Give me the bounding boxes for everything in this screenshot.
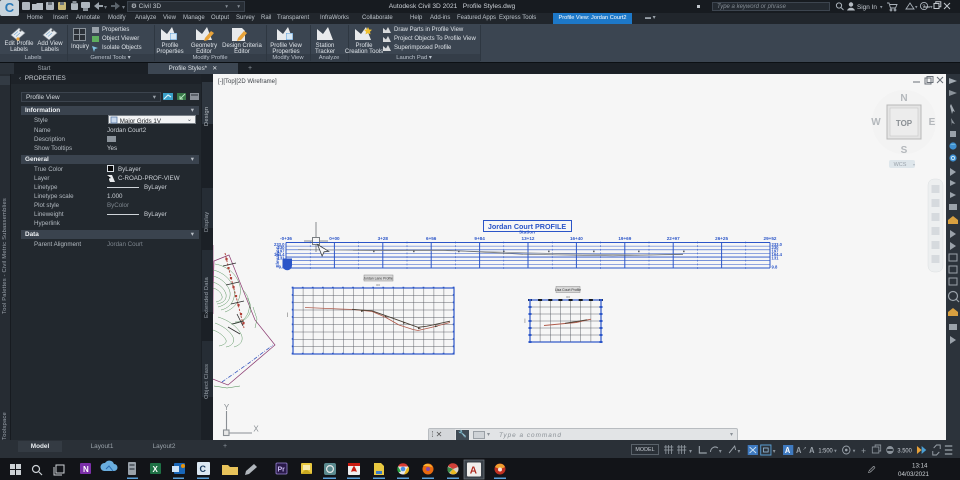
svg-text:▾: ▾ [122,5,125,11]
svg-text:S: S [901,145,908,156]
svg-text:▾: ▾ [737,449,740,455]
svg-text:▾: ▾ [880,5,883,11]
svg-text:6+56: 6+56 [426,236,437,241]
svg-text:19+69: 19+69 [618,236,631,241]
svg-text:Elevation: Elevation [275,246,281,267]
svg-text:A: A [809,446,815,455]
svg-text:Sign In: Sign In [857,4,877,11]
svg-text:▾: ▾ [930,5,933,11]
svg-text:9+84: 9+84 [474,236,485,241]
svg-text:A: A [796,446,802,455]
svg-text:13+12: 13+12 [522,236,535,241]
svg-text:WCS: WCS [894,162,907,168]
svg-text:1:500: 1:500 [818,448,833,454]
svg-text:▾: ▾ [689,449,692,455]
svg-text:X: X [153,465,159,474]
svg-text:•••: ••• [376,283,380,287]
svg-text:16+40: 16+40 [570,236,583,241]
svg-text:+: + [861,446,866,456]
svg-text:W: W [871,117,881,128]
svg-text:3.500: 3.500 [897,448,912,454]
svg-text:Lisa Court Profile: Lisa Court Profile [555,288,581,292]
svg-text:TOP: TOP [896,119,913,128]
svg-text:A: A [470,466,477,477]
svg-text:9.8: 9.8 [772,264,778,269]
svg-text:Jordan Lane Profile: Jordan Lane Profile [363,277,393,281]
svg-text:13:14: 13:14 [912,463,928,470]
svg-text:•••: ••• [566,295,570,299]
svg-text:↗: ↗ [803,447,807,452]
svg-text:A: A [785,446,791,455]
svg-text:3+28: 3+28 [378,236,389,241]
svg-text:04/03/2021: 04/03/2021 [898,471,930,478]
svg-text:X: X [253,425,259,434]
svg-text:E: E [929,117,936,128]
svg-text:[-][Top][2D Wireframe]: [-][Top][2D Wireframe] [218,79,277,85]
svg-text:131: 131 [772,255,780,260]
svg-text:N: N [900,93,907,104]
svg-text:▾: ▾ [104,5,107,11]
svg-text:26+25: 26+25 [715,236,728,241]
svg-text:▾: ▾ [853,448,856,454]
svg-text:▾: ▾ [834,448,837,454]
svg-text:|: | [287,312,288,317]
svg-text:▾: ▾ [913,162,915,167]
svg-text:🖉: 🖉 [868,466,876,474]
svg-text:-0+36: -0+36 [280,236,292,241]
svg-text:▾: ▾ [719,449,722,455]
svg-text:Pr: Pr [278,467,286,474]
svg-text:29+52: 29+52 [764,236,777,241]
svg-text:▾: ▾ [773,449,776,455]
svg-text:|: | [524,318,525,323]
svg-text:Y: Y [224,403,230,412]
svg-text:0+00: 0+00 [329,236,340,241]
svg-text:N: N [83,465,89,474]
svg-text:C: C [200,464,207,474]
svg-text:▾: ▾ [915,5,918,11]
svg-text:22+97: 22+97 [667,236,680,241]
svg-text:Station: Station [519,230,535,236]
